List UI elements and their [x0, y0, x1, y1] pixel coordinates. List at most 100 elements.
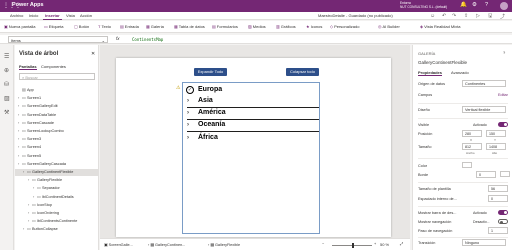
- ribbon-data-table[interactable]: ▦Tabla de datos: [174, 24, 205, 29]
- avatar[interactable]: [500, 2, 508, 10]
- share-icon[interactable]: ⇪: [464, 13, 468, 19]
- tree-item[interactable]: ▤App: [18, 87, 34, 94]
- ribbon-custom[interactable]: ◇Personalizado: [330, 24, 359, 29]
- tree-item[interactable]: › ▭ScreenGalleryEdit: [18, 103, 58, 110]
- nav-step-input[interactable]: 1: [488, 227, 508, 234]
- ribbon-forms[interactable]: ▤Formularios: [212, 24, 238, 29]
- border-color-swatch[interactable]: [500, 171, 510, 177]
- gallery-row-america[interactable]: › América: [183, 108, 321, 120]
- tree-search-input[interactable]: ⌕ Buscar: [19, 73, 95, 80]
- property-dropdown[interactable]: Items ⌄: [8, 36, 108, 43]
- menu-archivo[interactable]: Archivo: [8, 13, 25, 20]
- ribbon-label[interactable]: ▭Etiqueta: [44, 24, 63, 29]
- ribbon-button[interactable]: ▢Botón: [74, 24, 89, 29]
- data-icon[interactable]: ⛁: [4, 81, 9, 88]
- tree-item[interactable]: › ▭ScreenGalleryCascada: [18, 161, 66, 168]
- ribbon-input[interactable]: ▤Entrada: [120, 24, 139, 29]
- breadcrumb-subgallery[interactable]: › ▦ GalleryFlexible: [208, 242, 240, 247]
- save-icon[interactable]: 🖫: [488, 13, 492, 21]
- zoom-in-icon[interactable]: +: [374, 242, 376, 246]
- tree-item[interactable]: › ▭Screen1: [18, 95, 41, 102]
- ribbon-icons[interactable]: ★Iconos: [306, 24, 322, 29]
- expand-all-button[interactable]: Expandir Todo: [194, 68, 227, 76]
- menu-accion[interactable]: Acción: [78, 13, 94, 20]
- ribbon-text[interactable]: TTexto: [98, 24, 111, 29]
- chevron-right-icon[interactable]: ›: [187, 98, 189, 104]
- tree-item[interactable]: › ▭IconOrdering: [18, 210, 59, 217]
- gallery-row-africa[interactable]: › África: [183, 133, 321, 145]
- play-icon[interactable]: ▷: [476, 13, 480, 19]
- help-icon[interactable]: ?: [485, 2, 488, 9]
- size-height-input[interactable]: 1408: [486, 143, 506, 150]
- tree-item[interactable]: › ▭lblContinentDetails: [18, 194, 74, 201]
- publish-icon[interactable]: ⤴: [500, 13, 505, 20]
- environment-info[interactable]: Entorno NUT CONSULTING S.L. (default): [400, 1, 447, 9]
- tree-item[interactable]: › ▭ScreenDataTable: [18, 112, 56, 119]
- template-size-input[interactable]: 56: [488, 185, 508, 192]
- tree-view-icon[interactable]: ☰: [4, 53, 9, 60]
- tree-item[interactable]: › ▭Separador: [18, 185, 60, 192]
- formula-input[interactable]: ContinentsMap: [132, 37, 163, 42]
- gallery-continents[interactable]: ⚠ ✓ Europa › Asia › América › Oceanía › …: [176, 82, 321, 234]
- advanced-tools-icon[interactable]: ⚒: [4, 109, 9, 116]
- ribbon-charts[interactable]: ▥Gráficos: [276, 24, 296, 29]
- ribbon-media[interactable]: ▨Medios: [248, 24, 266, 29]
- scrollbar-toggle[interactable]: [498, 210, 508, 215]
- data-source-dropdown[interactable]: Continentes: [462, 80, 506, 87]
- fit-screen-icon[interactable]: ⤢: [400, 242, 403, 246]
- help-icon[interactable]: ?: [503, 50, 505, 55]
- edit-fields-link[interactable]: Editar: [498, 93, 508, 97]
- tree-item[interactable]: › ▭lblContinentsContinente: [18, 218, 77, 225]
- position-x-input[interactable]: 280: [462, 130, 482, 137]
- undo-icon[interactable]: ↶: [442, 13, 446, 19]
- tree-item[interactable]: › ▭Screen5: [18, 153, 41, 160]
- app-screen[interactable]: Expandir Todo Colapsar todo ⚠ ✓ Europa ›…: [116, 58, 391, 237]
- close-icon[interactable]: ✕: [91, 51, 95, 57]
- layout-dropdown[interactable]: Vertical flexible: [462, 106, 506, 113]
- tab-screens[interactable]: Pantallas: [19, 64, 37, 70]
- ribbon-new-screen[interactable]: ▣Nueva pantalla: [4, 24, 35, 29]
- visible-toggle[interactable]: [498, 122, 508, 127]
- check-circle-icon[interactable]: ✓: [186, 86, 194, 94]
- redo-icon[interactable]: ↷: [452, 13, 456, 19]
- zoom-slider-thumb[interactable]: [352, 243, 354, 248]
- breadcrumb-gallery[interactable]: › ▦ GalleryContinen...: [148, 242, 185, 247]
- chevron-right-icon[interactable]: ›: [187, 110, 189, 116]
- insert-icon[interactable]: ⊕: [4, 67, 9, 74]
- ribbon-ai-builder[interactable]: ◎AI Builder: [378, 24, 400, 29]
- gallery-row-asia[interactable]: › Asia: [183, 96, 321, 108]
- ribbon-gallery[interactable]: ▦Galería: [146, 24, 164, 29]
- app-checker-icon[interactable]: ☺: [430, 13, 435, 19]
- position-y-input[interactable]: 150: [486, 130, 506, 137]
- menu-insertar[interactable]: Insertar: [43, 13, 62, 20]
- tree-item[interactable]: › ▭GalleryContinentFlexible: [15, 169, 99, 176]
- zoom-out-icon[interactable]: −: [322, 242, 324, 246]
- gear-icon[interactable]: ⚙: [472, 2, 477, 9]
- tab-components[interactable]: Componentes: [41, 64, 66, 69]
- tree-item[interactable]: › ▭ButtonCollapse: [18, 226, 58, 233]
- bell-icon[interactable]: 🔔: [460, 2, 467, 9]
- menu-vista[interactable]: Vista: [64, 13, 77, 20]
- tree-item[interactable]: › ▭ScreenCascade: [18, 120, 54, 127]
- collapse-all-button[interactable]: Colapsar todo: [286, 68, 319, 76]
- media-icon[interactable]: ▨: [4, 95, 10, 102]
- tab-advanced[interactable]: Avanzado: [451, 70, 469, 75]
- navigation-toggle[interactable]: [498, 219, 508, 224]
- tree-item[interactable]: › ▭GalleryFlexible: [18, 177, 62, 184]
- template-padding-input[interactable]: 0: [488, 195, 508, 202]
- chevron-right-icon[interactable]: ›: [187, 122, 189, 128]
- transition-dropdown[interactable]: Ninguno: [462, 239, 506, 246]
- control-name[interactable]: GalleryContinentFlexible: [418, 60, 467, 65]
- tree-item[interactable]: › ▭IconStop: [18, 202, 52, 209]
- menu-inicio[interactable]: Inicio: [27, 13, 40, 20]
- tree-item[interactable]: › ▭ScreenLookupCombo: [18, 128, 64, 135]
- ribbon-mixed-reality[interactable]: ◈Vista Realidad Mixta: [420, 24, 460, 29]
- tree-item[interactable]: › ▭Screen3: [18, 136, 41, 143]
- warning-icon[interactable]: ⚠: [176, 85, 180, 91]
- gallery-row-oceania[interactable]: › Oceanía: [183, 120, 321, 132]
- border-width-input[interactable]: 0: [476, 171, 496, 178]
- color-swatch[interactable]: [462, 162, 472, 168]
- size-width-input[interactable]: 812: [462, 143, 482, 150]
- tab-properties[interactable]: Propiedades: [418, 70, 443, 76]
- breadcrumb-screen[interactable]: ▣ ScreenGalle...: [104, 242, 133, 247]
